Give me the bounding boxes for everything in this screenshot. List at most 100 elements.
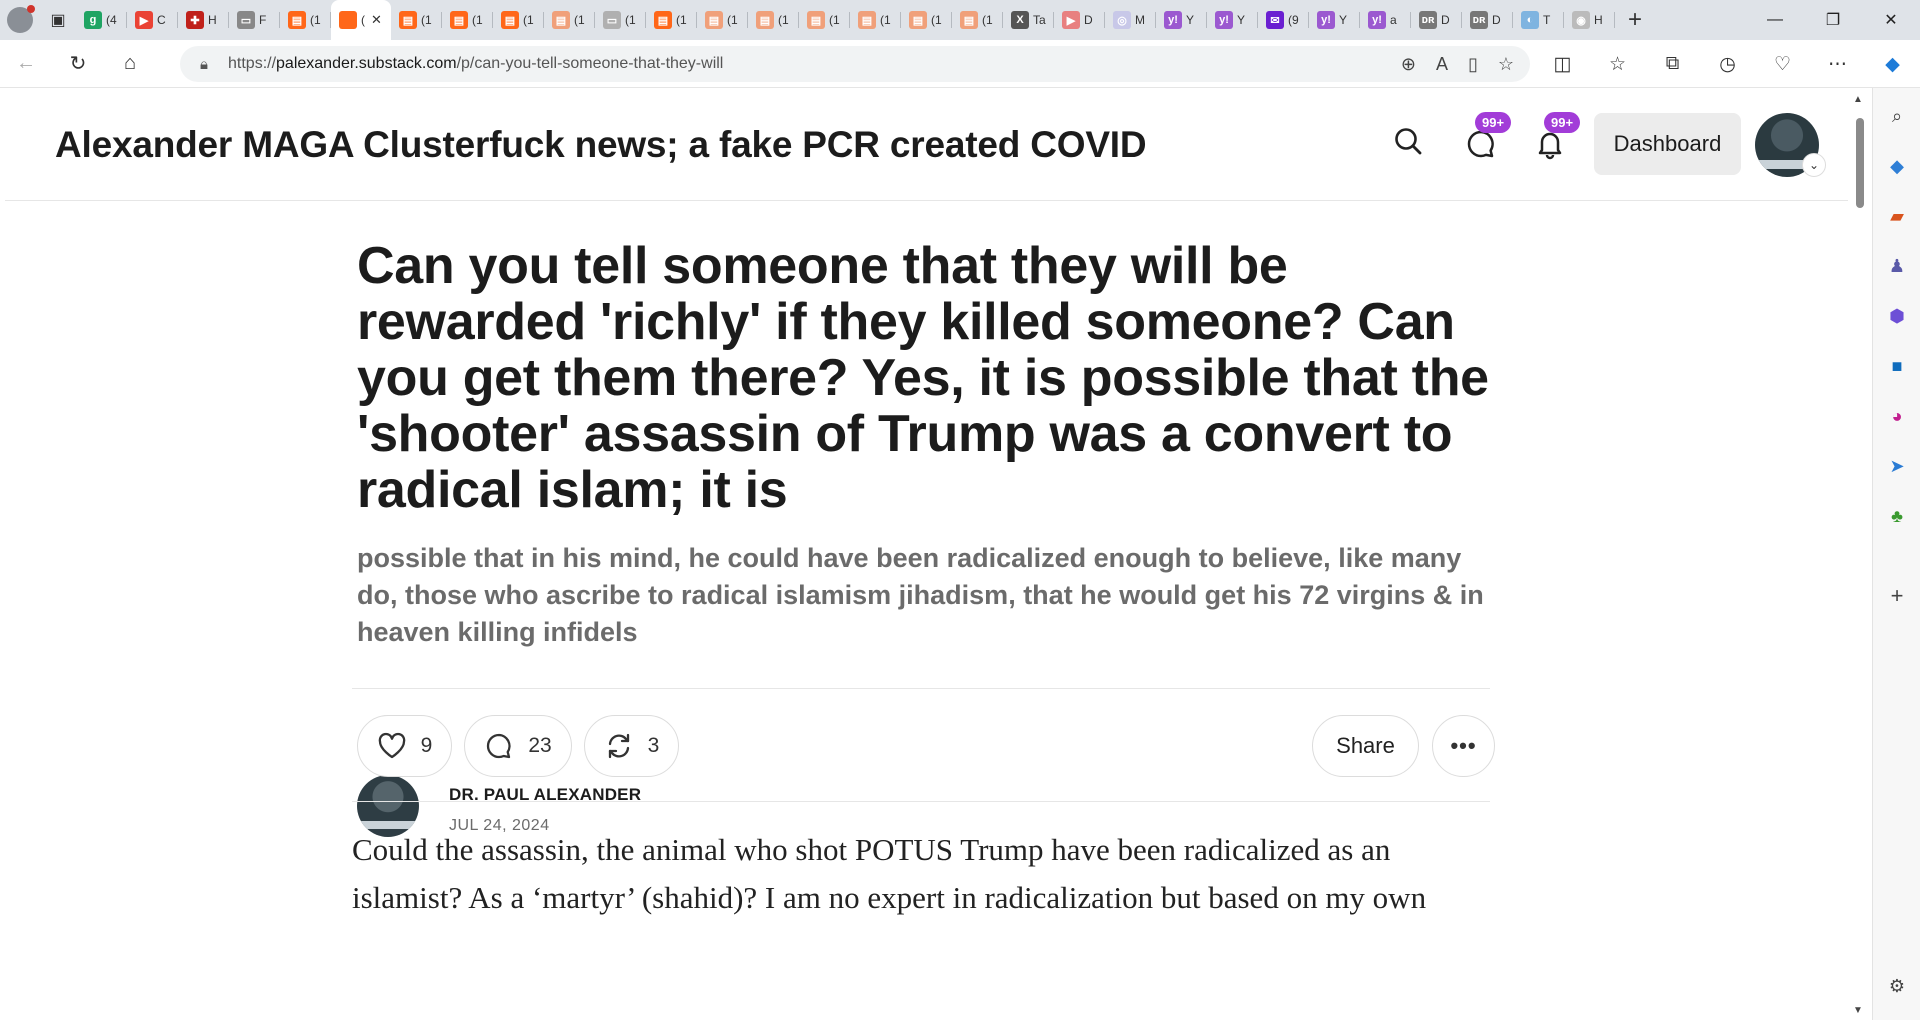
restack-count: 3 <box>647 734 660 757</box>
tab-strip: g (4 ▶ C ✚ H ▭ F ▤ (1(✕ ▤ (1 ▤ (1 ▤ (1 ▤ (1 ▭ (1 ▤ (1 ▤ (1 ▤ (1 ▤(… <box>76 0 1615 40</box>
post-header: Can you tell someone that they will be r… <box>357 238 1495 837</box>
zoom-icon[interactable]: ⊕ <box>1401 54 1416 75</box>
browser-tab[interactable]: X Ta <box>1003 0 1054 40</box>
browser-tab[interactable]: g (4 <box>76 0 127 40</box>
comment-count: 23 <box>528 734 552 757</box>
games-icon[interactable]: ♟ <box>1883 252 1911 280</box>
tab-title: (1 <box>931 13 942 27</box>
tab-favicon-icon: X <box>1011 11 1029 29</box>
scroll-down-icon[interactable]: ▼ <box>1853 1005 1863 1016</box>
chat-button[interactable]: 99+ <box>1461 112 1512 164</box>
add-sidebar-app-icon[interactable]: + <box>1883 582 1911 610</box>
home-icon[interactable]: ⌂ <box>104 40 156 88</box>
publication-title[interactable]: Alexander MAGA Clusterfuck news; a fake … <box>55 124 1147 166</box>
tab-title: Y <box>1339 13 1348 27</box>
tab-favicon-icon: ▤ <box>501 11 519 29</box>
split-screen-icon[interactable]: ◫ <box>1535 53 1590 76</box>
minimize-icon[interactable]: — <box>1746 0 1804 40</box>
browser-tab[interactable]: ▶ D <box>1054 0 1105 40</box>
tab-favicon-icon: ᴅʀ <box>1470 11 1488 29</box>
browser-tab[interactable]: y! a <box>1360 0 1411 40</box>
browser-tab[interactable]: ▤ (1 <box>391 0 442 40</box>
like-button[interactable]: 9 <box>357 715 452 777</box>
browser-tab[interactable]: y! Y <box>1156 0 1207 40</box>
tab-title: C <box>157 13 166 27</box>
browser-tab[interactable]: ✉ (9 <box>1258 0 1309 40</box>
scrollbar-thumb[interactable] <box>1856 118 1864 208</box>
more-options-icon[interactable]: ••• <box>1432 715 1495 777</box>
tab-actions-icon[interactable]: ▣ <box>40 0 76 40</box>
search-icon[interactable] <box>1393 126 1423 163</box>
comments-button[interactable]: 23 <box>464 715 572 777</box>
url-field[interactable]: 🔒︎ https://palexander.substack.com/p/can… <box>180 46 1530 82</box>
tab-title: D <box>1084 13 1093 27</box>
chevron-down-icon[interactable]: ⌄ <box>1802 153 1826 177</box>
profile-button[interactable] <box>0 0 40 40</box>
favorites-icon[interactable]: ☆ <box>1590 53 1645 76</box>
tab-favicon-icon: ▤ <box>705 11 723 29</box>
address-bar: ← ↻ ⌂ 🔒︎ https://palexander.substack.com… <box>0 40 1920 88</box>
browser-essentials-icon[interactable]: ♡ <box>1755 53 1810 76</box>
back-icon[interactable]: ← <box>0 40 52 88</box>
browser-tab[interactable]: ▭ (1 <box>595 0 646 40</box>
browser-tab[interactable]: y! Y <box>1207 0 1258 40</box>
browser-tab[interactable]: ▤ (1 <box>748 0 799 40</box>
designer-icon[interactable]: ◕ <box>1883 402 1911 430</box>
browser-tab[interactable]: (✕ <box>331 0 391 40</box>
collections-icon[interactable]: ⧉ <box>1645 53 1700 75</box>
settings-gear-icon[interactable]: ⚙ <box>1883 972 1911 1000</box>
browser-tab[interactable]: ▤ (1 <box>697 0 748 40</box>
browser-tab[interactable]: ᴅʀ D <box>1462 0 1513 40</box>
browser-tab[interactable]: ◉ H <box>1564 0 1615 40</box>
post-subtitle: possible that in his mind, he could have… <box>357 543 1484 647</box>
tree-icon[interactable]: ♣ <box>1883 502 1911 530</box>
browser-tab[interactable]: ▤ (1 <box>952 0 1003 40</box>
tab-title: ( <box>361 13 365 27</box>
tab-bar: ▣ g (4 ▶ C ✚ H ▭ F ▤ (1(✕ ▤ (1 ▤ (1 ▤ (1 ▤ (1 ▭ (1 ▤ (1 ▤ (1 ▤ (1… <box>0 0 1920 40</box>
author-name[interactable]: DR. PAUL ALEXANDER <box>449 785 641 805</box>
more-menu-icon[interactable]: ⋯ <box>1810 53 1865 76</box>
browser-tab[interactable]: ▤ (1 <box>901 0 952 40</box>
notifications-button[interactable]: 99+ <box>1530 112 1581 164</box>
tab-title: M <box>1135 13 1145 27</box>
refresh-icon[interactable]: ↻ <box>52 40 104 88</box>
share-button[interactable]: Share <box>1312 715 1419 777</box>
browser-tab[interactable]: ◐ T <box>1513 0 1564 40</box>
restore-icon[interactable]: ❐ <box>1804 0 1862 40</box>
new-tab-button[interactable]: + <box>1615 0 1655 40</box>
browser-tab[interactable]: ▤ (1 <box>280 0 331 40</box>
immersive-reader-icon[interactable]: ▯ <box>1468 54 1478 75</box>
send-icon[interactable]: ➤ <box>1883 452 1911 480</box>
tab-title: (1 <box>778 13 789 27</box>
copilot-icon[interactable]: ◆ <box>1865 53 1920 76</box>
microsoft365-icon[interactable]: ⬢ <box>1883 302 1911 330</box>
page-scrollbar[interactable]: ▲ ▼ <box>1848 88 1872 1020</box>
dashboard-button[interactable]: Dashboard <box>1594 113 1741 175</box>
tools-briefcase-icon[interactable]: ▰ <box>1883 202 1911 230</box>
browser-tab[interactable]: ▤ (1 <box>544 0 595 40</box>
browser-tab[interactable]: ▤ (1 <box>799 0 850 40</box>
browser-tab[interactable]: ▶ C <box>127 0 178 40</box>
lock-icon[interactable]: 🔒︎ <box>200 56 228 73</box>
close-window-icon[interactable]: ✕ <box>1862 0 1920 40</box>
shopping-tag-icon[interactable]: ◆ <box>1883 152 1911 180</box>
favorite-star-icon[interactable]: ☆ <box>1498 54 1514 75</box>
history-icon[interactable]: ◷ <box>1700 53 1755 76</box>
restack-button[interactable]: 3 <box>584 715 679 777</box>
read-aloud-icon[interactable]: A <box>1436 54 1448 75</box>
sidebar-search-icon[interactable]: ⌕ <box>1883 102 1911 130</box>
scroll-up-icon[interactable]: ▲ <box>1853 94 1863 105</box>
browser-tab[interactable]: y! Y <box>1309 0 1360 40</box>
outlook-icon[interactable]: ■ <box>1883 352 1911 380</box>
browser-tab[interactable]: ◎ M <box>1105 0 1156 40</box>
browser-tab[interactable]: ▤ (1 <box>646 0 697 40</box>
tab-favicon-icon: ▤ <box>756 11 774 29</box>
browser-tab[interactable]: ▭ F <box>229 0 280 40</box>
browser-tab[interactable]: ✚ H <box>178 0 229 40</box>
browser-tab[interactable]: ᴅʀ D <box>1411 0 1462 40</box>
browser-tab[interactable]: ▤ (1 <box>850 0 901 40</box>
close-tab-icon[interactable]: ✕ <box>371 12 382 28</box>
browser-tab[interactable]: ▤ (1 <box>493 0 544 40</box>
browser-tab[interactable]: ▤ (1 <box>442 0 493 40</box>
tab-favicon-icon: ▤ <box>399 11 417 29</box>
